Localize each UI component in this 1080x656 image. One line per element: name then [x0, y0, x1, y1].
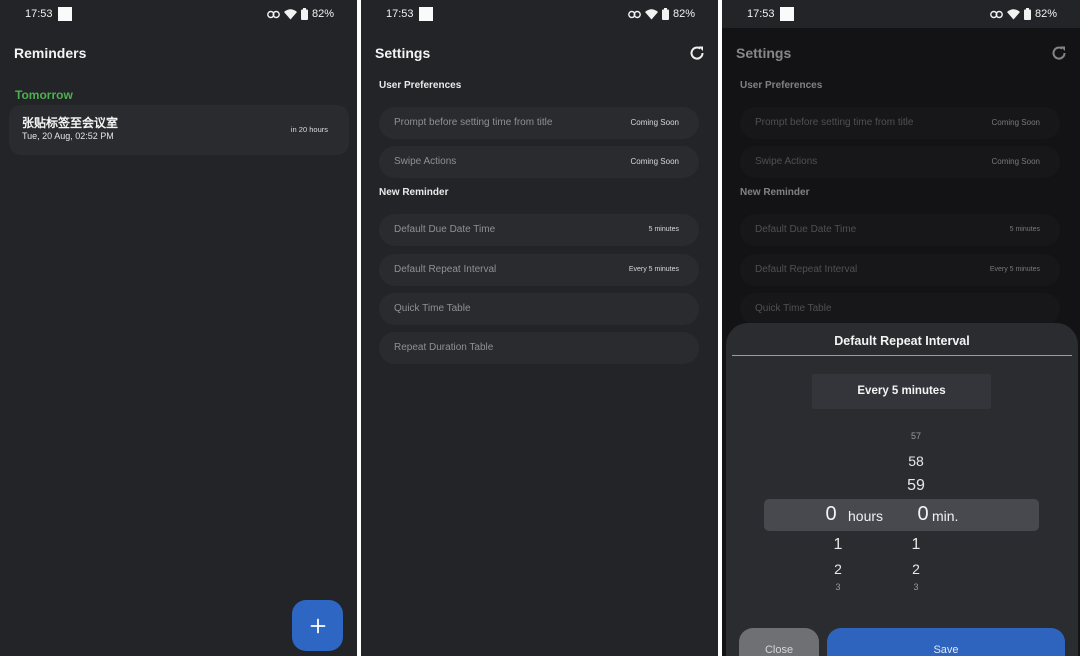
close-button-label: Close — [764, 644, 794, 656]
save-button-label: Save — [933, 644, 959, 656]
hours-option[interactable]: 1 — [823, 536, 853, 554]
minutes-option[interactable]: 57 — [901, 431, 931, 441]
setting-value: 5 minutes — [648, 226, 679, 233]
setting-label: Prompt before setting time from title — [394, 117, 553, 128]
save-button[interactable]: Save — [827, 628, 1065, 656]
hours-selected[interactable]: 0 — [816, 503, 846, 526]
reminder-due: in 20 hours — [290, 125, 328, 134]
dialog-divider — [732, 355, 1072, 356]
setting-value: Every 5 minutes — [628, 266, 679, 273]
setting-default-repeat-interval[interactable]: Default Repeat Interval Every 5 minutes — [379, 254, 699, 286]
status-icons: 82% — [990, 7, 1057, 21]
minutes-option[interactable]: 3 — [901, 582, 931, 592]
repeat-interval-dialog: Default Repeat Interval Every 5 minutes … — [726, 323, 1078, 656]
page-title: Settings — [375, 45, 431, 61]
settings-screen: 17:53 82% Settings User Preferences Prom… — [361, 0, 718, 656]
hours-option[interactable]: 3 — [823, 582, 853, 592]
minutes-unit: min. — [932, 508, 959, 524]
close-button[interactable]: Close — [739, 628, 819, 656]
battery-level: 82% — [672, 8, 695, 20]
notification-icon — [780, 7, 794, 21]
dialog-title: Default Repeat Interval — [834, 334, 970, 348]
minutes-option[interactable]: 59 — [901, 477, 931, 495]
status-time: 17:53 — [386, 8, 414, 20]
setting-prompt-before-time[interactable]: Prompt before setting time from title Co… — [379, 107, 699, 139]
minutes-option[interactable]: 58 — [901, 453, 931, 469]
setting-swipe-actions[interactable]: Swipe Actions Coming Soon — [379, 146, 699, 178]
reminders-screen: 17:53 82% Reminders Tomorrow 张贴标签至会议室 Tu… — [0, 0, 357, 656]
setting-quick-time-table[interactable]: Quick Time Table — [379, 293, 699, 325]
notification-icon — [58, 7, 72, 21]
setting-value: Coming Soon — [630, 157, 679, 166]
add-reminder-button[interactable] — [292, 600, 343, 651]
section-new-reminder: New Reminder — [379, 187, 449, 198]
setting-label: Repeat Duration Table — [394, 342, 494, 353]
section-user-preferences: User Preferences — [379, 80, 462, 91]
status-time: 17:53 — [747, 8, 775, 20]
hours-option[interactable]: 2 — [823, 561, 853, 577]
reminder-title: 张贴标签至会议室 — [22, 116, 119, 130]
wifi-icon — [644, 8, 658, 19]
battery-level: 82% — [1034, 8, 1057, 20]
battery-level: 82% — [311, 8, 334, 20]
link-icon — [628, 10, 641, 18]
status-bar: 17:53 82% — [722, 0, 1080, 28]
battery-icon — [1023, 8, 1031, 20]
setting-label: Quick Time Table — [394, 303, 471, 314]
battery-icon — [661, 8, 669, 20]
hours-unit: hours — [848, 508, 884, 524]
status-bar: 17:53 82% — [361, 0, 718, 28]
setting-label: Default Due Date Time — [394, 224, 496, 235]
status-bar: 17:53 82% — [0, 0, 357, 28]
minutes-option[interactable]: 1 — [901, 536, 931, 554]
setting-default-due-date-time[interactable]: Default Due Date Time 5 minutes — [379, 214, 699, 246]
link-icon — [267, 10, 280, 18]
reminder-date: Tue, 20 Aug, 02:52 PM — [22, 131, 114, 141]
setting-label: Swipe Actions — [394, 156, 457, 167]
minutes-option[interactable]: 2 — [901, 561, 931, 577]
wifi-icon — [1006, 8, 1020, 19]
reminder-card[interactable]: 张贴标签至会议室 Tue, 20 Aug, 02:52 PM in 20 hou… — [9, 105, 349, 155]
refresh-icon[interactable] — [688, 44, 706, 62]
status-icons: 82% — [628, 7, 695, 21]
status-time: 17:53 — [25, 8, 53, 20]
wifi-icon — [283, 8, 297, 19]
link-icon — [990, 10, 1003, 18]
settings-dialog-screen: 17:53 82% Settings User Preferences Prom… — [722, 0, 1080, 656]
picker-selection-band — [764, 499, 1039, 531]
selected-interval-text: Every 5 minutes — [857, 385, 946, 397]
setting-label: Default Repeat Interval — [394, 264, 497, 275]
section-tomorrow: Tomorrow — [15, 88, 73, 102]
notification-icon — [419, 7, 433, 21]
setting-value: Coming Soon — [630, 118, 679, 127]
plus-icon — [310, 618, 325, 633]
status-icons: 82% — [267, 7, 334, 21]
setting-repeat-duration-table[interactable]: Repeat Duration Table — [379, 332, 699, 364]
battery-icon — [300, 8, 308, 20]
page-title: Reminders — [14, 45, 87, 61]
selected-interval: Every 5 minutes — [812, 374, 991, 409]
